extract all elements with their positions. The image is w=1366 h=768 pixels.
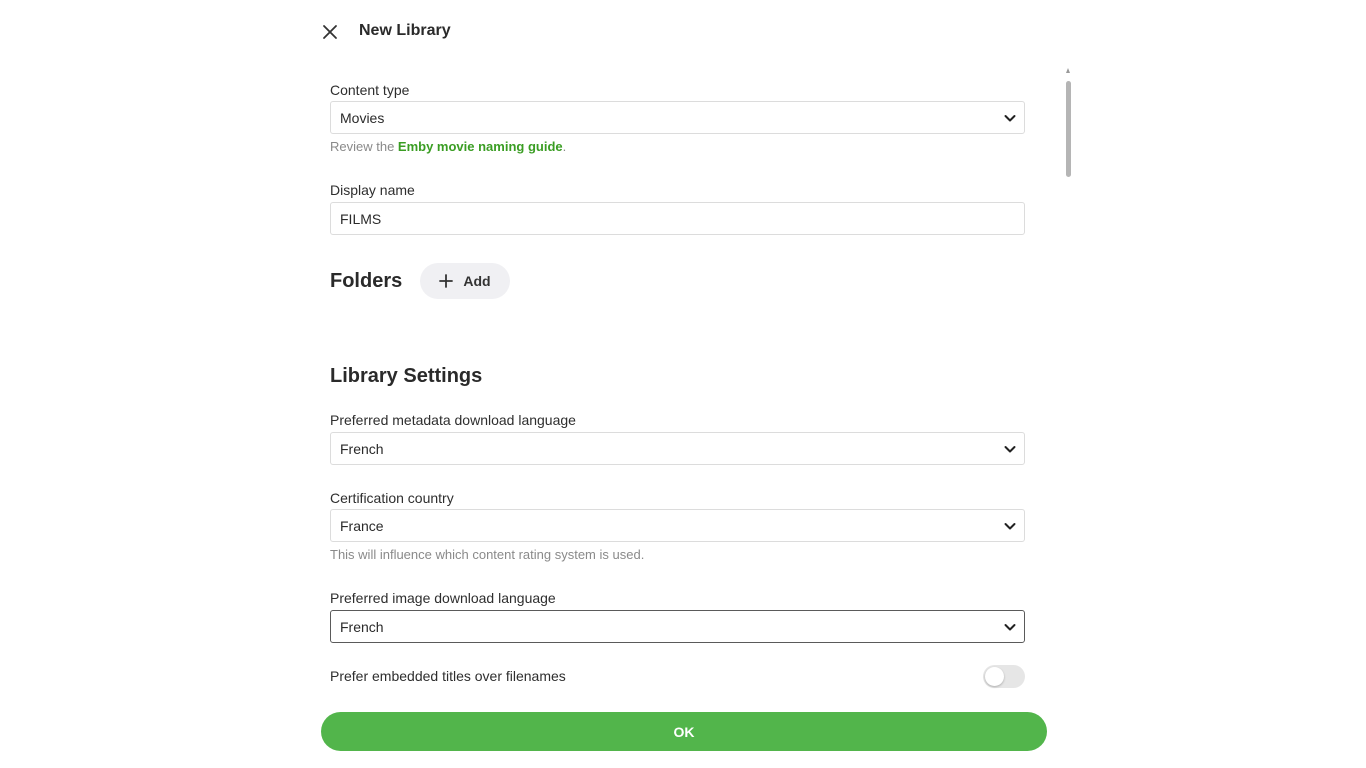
dialog-title: New Library — [359, 22, 451, 39]
metadata-language-label: Preferred metadata download language — [330, 412, 576, 428]
content-type-hint: Review the Emby movie naming guide. — [330, 139, 566, 154]
embedded-titles-label: Prefer embedded titles over filenames — [330, 668, 566, 684]
embedded-titles-toggle[interactable] — [983, 665, 1025, 688]
certification-country-value: France — [340, 518, 384, 534]
content-type-label: Content type — [330, 82, 410, 98]
new-library-dialog: New Library Content type Movies Review t… — [305, 0, 1071, 768]
display-name-field[interactable] — [330, 202, 1025, 235]
toggle-knob — [985, 667, 1004, 686]
display-name-label: Display name — [330, 182, 415, 198]
content-type-value: Movies — [340, 110, 385, 126]
certification-country-select[interactable]: France — [330, 509, 1025, 542]
content-type-select[interactable]: Movies — [330, 101, 1025, 134]
certification-country-label: Certification country — [330, 490, 454, 506]
scrollbar[interactable] — [1066, 68, 1071, 688]
hint-prefix: Review the — [330, 139, 398, 154]
close-icon — [323, 25, 337, 39]
plus-icon — [439, 274, 454, 288]
metadata-language-value: French — [340, 441, 384, 457]
folders-title: Folders — [330, 270, 403, 292]
ok-button[interactable]: OK — [321, 712, 1047, 751]
add-folder-label: Add — [463, 273, 491, 289]
image-language-select[interactable]: French — [330, 610, 1025, 643]
ok-label: OK — [673, 723, 695, 740]
chevron-down-icon — [1004, 523, 1016, 530]
image-language-value: French — [340, 619, 384, 635]
close-button[interactable] — [319, 21, 341, 43]
chevron-down-icon — [1004, 624, 1016, 631]
metadata-language-select[interactable]: French — [330, 432, 1025, 465]
display-name-input[interactable] — [331, 203, 1024, 234]
image-language-label: Preferred image download language — [330, 590, 556, 606]
certification-country-hint: This will influence which content rating… — [330, 547, 645, 562]
chevron-down-icon — [1004, 115, 1016, 122]
naming-guide-link[interactable]: Emby movie naming guide — [398, 139, 563, 154]
library-settings-title: Library Settings — [330, 365, 483, 387]
scroll-up-arrow-icon[interactable] — [1066, 68, 1070, 73]
chevron-down-icon — [1004, 446, 1016, 453]
add-folder-button[interactable]: Add — [420, 263, 510, 299]
scrollbar-thumb[interactable] — [1066, 81, 1071, 177]
hint-suffix: . — [562, 139, 567, 154]
